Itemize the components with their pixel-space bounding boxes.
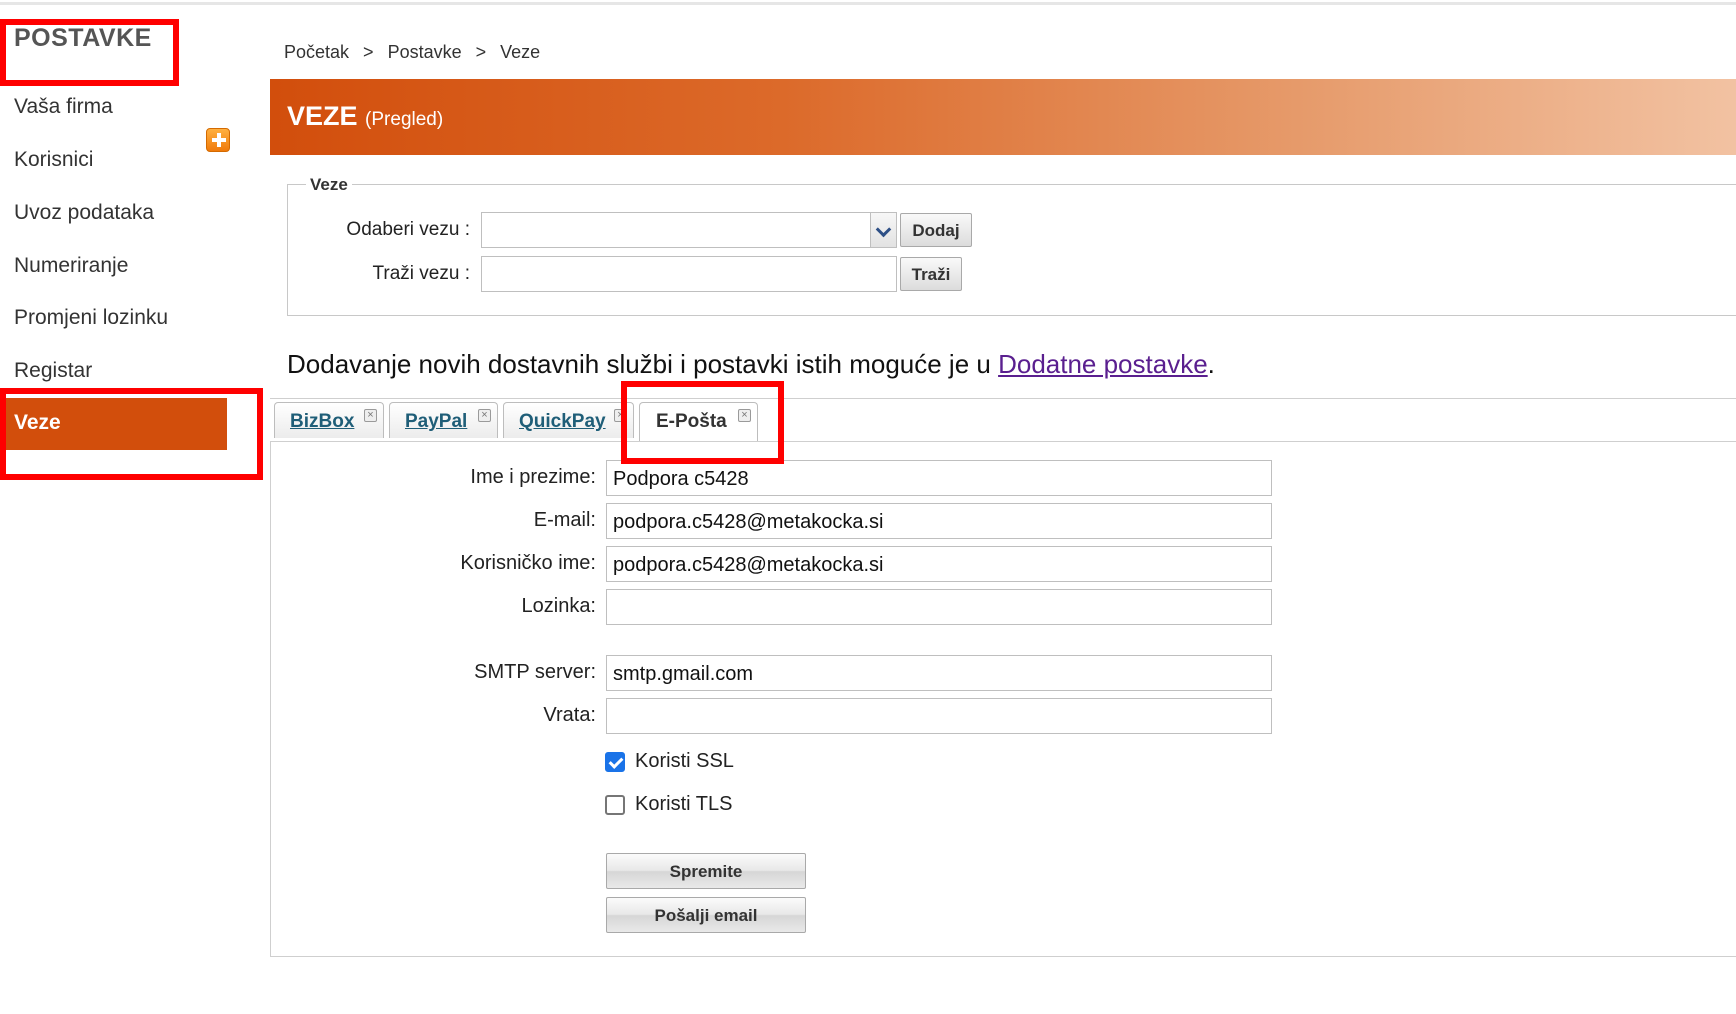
info-suffix: . — [1207, 349, 1215, 379]
breadcrumb-item-postavke[interactable]: Postavke — [388, 42, 462, 63]
highlight-box-veze — [0, 388, 263, 480]
email-field[interactable]: podpora.c5428@metakocka.si — [606, 503, 1272, 539]
email-settings-panel: Ime i prezime: Podpora c5428 E-mail: pod… — [270, 441, 1736, 957]
username-field[interactable]: podpora.c5428@metakocka.si — [606, 546, 1272, 582]
chevron-down-icon[interactable] — [870, 213, 896, 247]
tab-bizbox[interactable]: BizBox × — [274, 402, 384, 438]
page-header-banner: VEZE (Pregled) — [270, 79, 1736, 155]
email-label: E-mail: — [533, 509, 596, 531]
select-connection-label: Odaberi vezu : — [346, 219, 470, 240]
info-sentence: Dodavanje novih dostavnih službi i posta… — [287, 349, 999, 379]
page-subtitle: (Pregled) — [365, 109, 444, 130]
tab-bar-divider — [270, 398, 1736, 399]
sidebar-item-korisnici[interactable]: Korisnici — [14, 148, 93, 172]
sidebar-item-registar[interactable]: Registar — [14, 359, 92, 383]
send-email-button[interactable]: Pošalji email — [606, 897, 806, 933]
breadcrumb: Početak > Postavke > Veze — [284, 42, 540, 63]
port-label: Vrata: — [543, 704, 596, 726]
sidebar-item-vasa-firma[interactable]: Vaša firma — [14, 95, 113, 119]
page-title: VEZE (Pregled) — [287, 101, 443, 132]
fieldset-legend: Veze — [306, 175, 352, 195]
sidebar-item-numeriranje[interactable]: Numeriranje — [14, 254, 128, 278]
tab-paypal-label[interactable]: PayPal — [405, 411, 467, 433]
add-connection-button[interactable]: Dodaj — [900, 213, 972, 247]
highlight-box-postavke — [0, 19, 179, 86]
password-field[interactable] — [606, 589, 1272, 625]
ssl-checkbox[interactable] — [605, 752, 625, 772]
additional-settings-link[interactable]: Dodatne postavke — [998, 349, 1208, 379]
breadcrumb-item-veze: Veze — [500, 42, 541, 62]
save-button[interactable]: Spremite — [606, 853, 806, 889]
tab-bizbox-label[interactable]: BizBox — [290, 411, 354, 433]
connections-fieldset: Veze Odaberi vezu : Dodaj Traži vezu : T… — [287, 175, 1736, 316]
plus-icon[interactable] — [206, 128, 230, 152]
tab-quickpay-label[interactable]: QuickPay — [519, 411, 606, 433]
search-connection-input[interactable] — [481, 256, 897, 292]
username-label: Korisničko ime: — [460, 552, 596, 574]
close-icon[interactable]: × — [364, 409, 377, 422]
smtp-server-field[interactable]: smtp.gmail.com — [606, 655, 1272, 691]
search-connection-label: Traži vezu : — [372, 263, 471, 284]
close-icon[interactable]: × — [478, 409, 491, 422]
tab-paypal[interactable]: PayPal × — [389, 402, 498, 438]
tab-quickpay[interactable]: QuickPay × — [503, 402, 634, 438]
sidebar-item-promjeni-lozinku[interactable]: Promjeni lozinku — [14, 306, 168, 330]
sidebar-item-uvoz-podataka[interactable]: Uvoz podataka — [14, 201, 154, 225]
highlight-box-e-posta-tab — [621, 381, 784, 464]
smtp-server-label: SMTP server: — [474, 661, 596, 683]
name-label: Ime i prezime: — [470, 466, 596, 488]
breadcrumb-item-pocetak[interactable]: Početak — [284, 42, 349, 63]
breadcrumb-separator: > — [475, 42, 487, 62]
info-text: Dodavanje novih dostavnih službi i posta… — [287, 349, 1215, 380]
ssl-checkbox-label[interactable]: Koristi SSL — [635, 750, 734, 773]
breadcrumb-separator: > — [363, 42, 374, 62]
top-divider — [0, 2, 1736, 5]
password-label: Lozinka: — [521, 595, 597, 617]
page-title-text: VEZE — [287, 101, 358, 131]
port-field[interactable] — [606, 698, 1272, 734]
search-button[interactable]: Traži — [900, 257, 962, 291]
select-connection-dropdown[interactable] — [481, 212, 897, 248]
tls-checkbox-label[interactable]: Koristi TLS — [635, 793, 732, 816]
tls-checkbox[interactable] — [605, 795, 625, 815]
name-field[interactable]: Podpora c5428 — [606, 460, 1272, 496]
